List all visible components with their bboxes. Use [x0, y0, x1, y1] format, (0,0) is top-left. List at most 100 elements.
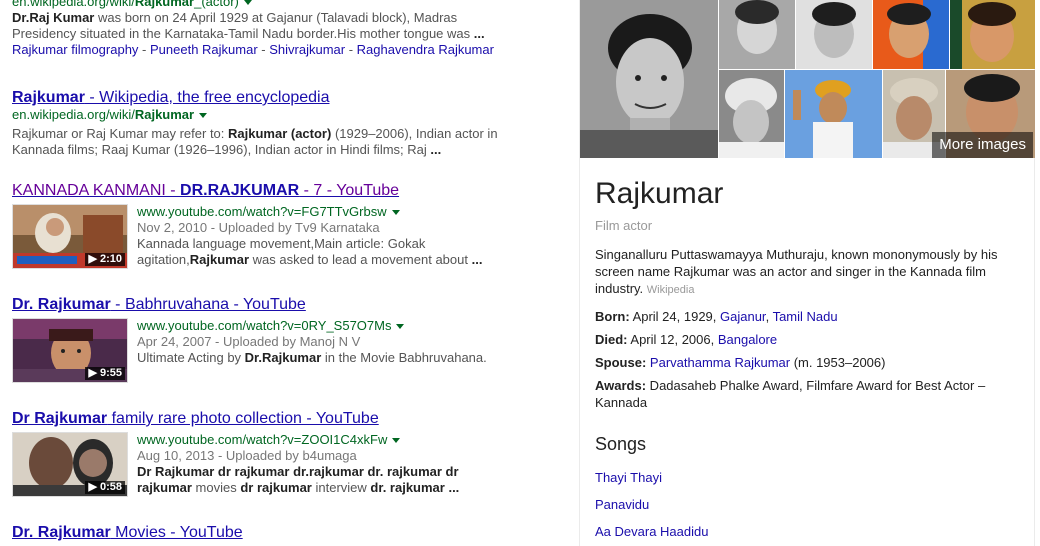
fact-label: Born: [595, 309, 630, 324]
gallery-image[interactable] [796, 0, 872, 69]
sublink-separator: - [138, 42, 150, 57]
url-bold: Rajkumar [134, 107, 195, 122]
title-bold: Dr. Rajkumar [12, 296, 111, 313]
title-text: Movies - YouTube [110, 524, 243, 541]
link-spouse[interactable]: Parvathamma Rajkumar [650, 355, 790, 370]
snippet-text: movies [191, 480, 241, 495]
fact-born: Born: April 24, 1929, Gajanur, Tamil Nad… [595, 308, 1010, 325]
title-bold: Rajkumar [12, 89, 85, 106]
result-sublinks: Rajkumar filmography - Puneeth Rajkumar … [12, 42, 572, 58]
sublink-filmography[interactable]: Rajkumar filmography [12, 42, 138, 57]
snippet-text: interview [311, 480, 371, 495]
snippet-ellipsis: ... [430, 142, 442, 157]
url-text: www.youtube.com/watch?v=0RY_S57O7Ms [137, 318, 392, 333]
dropdown-caret-icon[interactable] [396, 324, 405, 330]
video-duration: ▶ 2:10 [85, 253, 125, 266]
result-snippet: Dr.Raj Kumar was born on 24 April 1929 a… [12, 10, 502, 42]
gallery-image[interactable] [873, 0, 949, 69]
gallery-image[interactable] [785, 70, 882, 158]
video-meta: www.youtube.com/watch?v=ZOOI1C4xkFw Aug … [137, 432, 557, 496]
knowledge-panel: More images Rajkumar Film actor Singanal… [579, 0, 1035, 546]
sublink-separator: - [345, 42, 357, 57]
snippet-bold: Rajkumar (actor) [228, 126, 332, 141]
title-bold: Dr. Rajkumar [12, 524, 111, 541]
fact-label: Awards: [595, 378, 647, 393]
sublink-puneeth[interactable]: Puneeth Rajkumar [150, 42, 258, 57]
result-video-babhruvahana: Dr. Rajkumar - Babhruvahana - YouTube ▶ … [12, 295, 572, 388]
video-thumbnail[interactable]: ▶ 9:55 [12, 318, 128, 383]
fact-label: Died: [595, 332, 628, 347]
title-text: KANNADA KANMANI - [12, 182, 181, 199]
result-snippet: Kannada language movement,Main article: … [137, 236, 497, 268]
gallery-image[interactable] [719, 70, 784, 158]
snippet-bold: Dr.Rajkumar [244, 350, 322, 365]
result-title-link[interactable]: Rajkumar - Wikipedia, the free encyclope… [12, 88, 572, 107]
gallery-image-main[interactable] [580, 0, 718, 158]
result-snippet: Rajkumar or Raj Kumar may refer to: Rajk… [12, 126, 512, 158]
link-gajanur[interactable]: Gajanur [720, 309, 766, 324]
gallery-image[interactable] [719, 0, 795, 69]
snippet-text: in the Movie Babhruvahana. [321, 350, 487, 365]
more-images-link[interactable]: More images [932, 132, 1033, 158]
result-url[interactable]: www.youtube.com/watch?v=0RY_S57O7Ms [137, 318, 557, 334]
title-text: - Wikipedia, the free encyclopedia [84, 89, 330, 106]
gallery-image[interactable] [950, 0, 1035, 69]
description-source-link[interactable]: Wikipedia [647, 284, 695, 296]
fact-spouse: Spouse: Parvathamma Rajkumar (m. 1953–20… [595, 354, 1010, 371]
snippet-bold: dr. rajkumar [370, 480, 445, 495]
fact-label: Spouse: [595, 355, 647, 370]
song-link[interactable]: Thayi Thayi [595, 470, 662, 485]
result-title-link[interactable]: Dr Rajkumar family rare photo collection… [12, 409, 572, 428]
fact-separator: , [765, 309, 773, 324]
url-text: www.youtube.com/watch?v=FG7TTvGrbsw [137, 204, 387, 219]
dropdown-caret-icon[interactable] [199, 113, 208, 119]
url-suffix: _(actor) [194, 0, 239, 9]
url-text: www.youtube.com/watch?v=ZOOI1C4xkFw [137, 432, 388, 447]
video-meta: www.youtube.com/watch?v=FG7TTvGrbsw Nov … [137, 204, 557, 268]
result-url[interactable]: www.youtube.com/watch?v=FG7TTvGrbsw [137, 204, 557, 220]
upload-info: Nov 2, 2010 - Uploaded by Tv9 Karnataka [137, 220, 380, 235]
result-url[interactable]: en.wikipedia.org/wiki/Rajkumar_(actor) [12, 0, 572, 10]
sublink-raghavendra[interactable]: Raghavendra Rajkumar [357, 42, 494, 57]
url-text: en.wikipedia.org/wiki/ [12, 107, 135, 122]
result-url[interactable]: en.wikipedia.org/wiki/Rajkumar [12, 107, 572, 123]
url-text: en.wikipedia.org/wiki/ [12, 0, 135, 9]
result-url[interactable]: www.youtube.com/watch?v=ZOOI1C4xkFw [137, 432, 557, 448]
song-link[interactable]: Panavidu [595, 497, 649, 512]
video-row: ▶ 2:10 www.youtube.com/watch?v=FG7TTvGrb… [12, 204, 572, 274]
fact-text: Dadasaheb Phalke Award, Filmfare Award f… [595, 378, 986, 410]
result-title-link[interactable]: KANNADA KANMANI - DR.RAJKUMAR - 7 - YouT… [12, 181, 572, 200]
dropdown-caret-icon[interactable] [391, 210, 400, 216]
snippet-text: Rajkumar or Raj Kumar may refer to: [12, 126, 229, 141]
title-text: family rare photo collection - YouTube [107, 410, 379, 427]
entity-description: Singanalluru Puttaswamayya Muthuraju, kn… [595, 246, 1010, 299]
dropdown-caret-icon[interactable] [392, 438, 401, 444]
result-wikipedia-disambiguation: Rajkumar - Wikipedia, the free encyclope… [12, 88, 572, 158]
result-snippet: Dr Rajkumar dr rajkumar dr.rajkumar dr. … [137, 464, 482, 496]
snippet-ellipsis: ... [473, 26, 485, 41]
url-bold: Rajkumar [134, 0, 195, 9]
video-thumbnail[interactable]: ▶ 2:10 [12, 204, 128, 269]
snippet-text: Ultimate Acting by [137, 350, 245, 365]
title-bold: Dr Rajkumar [12, 410, 108, 427]
dropdown-caret-icon[interactable] [243, 0, 252, 6]
snippet-ellipsis: ... [444, 480, 460, 495]
title-text: - 7 - YouTube [299, 182, 400, 199]
video-duration: ▶ 0:58 [85, 481, 125, 494]
link-tamil-nadu[interactable]: Tamil Nadu [773, 309, 838, 324]
video-thumbnail[interactable]: ▶ 0:58 [12, 432, 128, 497]
sublink-shivrajkumar[interactable]: Shivrajkumar [269, 42, 345, 57]
snippet-text: was asked to lead a movement about [249, 252, 472, 267]
fact-text: April 24, 1929, [629, 309, 721, 324]
result-video-family-photos: Dr Rajkumar family rare photo collection… [12, 409, 572, 502]
snippet-ellipsis: ... [471, 252, 483, 267]
image-gallery[interactable]: More images [580, 0, 1035, 160]
result-title-link[interactable]: Dr. Rajkumar - Babhruvahana - YouTube [12, 295, 572, 314]
result-title-link[interactable]: Dr. Rajkumar Movies - YouTube [12, 523, 572, 542]
upload-info: Apr 24, 2007 - Uploaded by Manoj N V [137, 334, 361, 349]
video-meta: www.youtube.com/watch?v=0RY_S57O7Ms Apr … [137, 318, 557, 366]
song-link[interactable]: Aa Devara Haadidu [595, 524, 708, 539]
snippet-bold: Dr.Raj Kumar [12, 10, 95, 25]
link-bangalore[interactable]: Bangalore [718, 332, 777, 347]
result-snippet: Ultimate Acting by Dr.Rajkumar in the Mo… [137, 350, 517, 366]
